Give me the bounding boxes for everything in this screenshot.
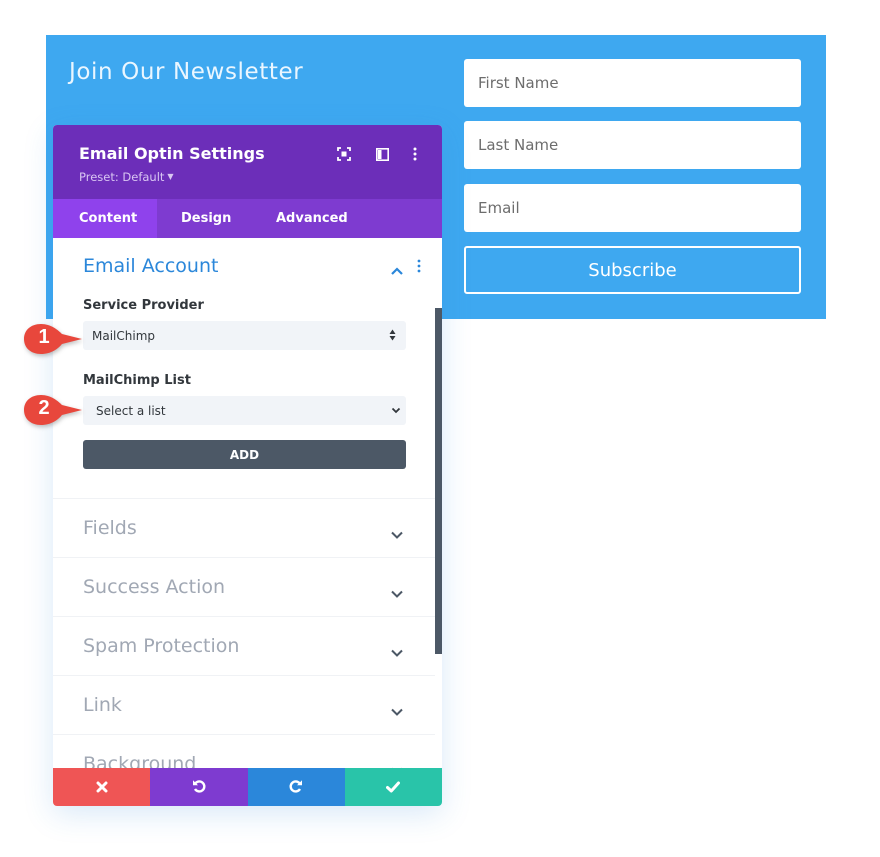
preset-label: Preset: Default <box>79 170 165 184</box>
redo-icon <box>289 778 303 797</box>
caret-down-icon: ▼ <box>167 172 174 181</box>
section-success-action[interactable]: Success Action <box>53 558 435 617</box>
callout-number: 2 <box>38 397 50 419</box>
chevron-down-icon <box>391 642 403 661</box>
chevron-up-icon[interactable] <box>391 260 403 279</box>
section-spam-protection[interactable]: Spam Protection <box>53 617 435 676</box>
service-provider-select[interactable]: MailChimp <box>83 321 406 350</box>
add-list-button[interactable]: ADD <box>83 440 406 469</box>
section-link[interactable]: Link <box>53 676 435 735</box>
section-title-background: Background <box>83 753 197 768</box>
email-optin-settings-modal: Email Optin Settings Preset: Default ▼ C… <box>53 125 442 806</box>
chevron-down-icon <box>391 760 403 768</box>
modal-header[interactable]: Email Optin Settings Preset: Default ▼ <box>53 125 442 199</box>
section-fields[interactable]: Fields <box>53 499 435 558</box>
section-background[interactable]: Background <box>53 735 435 768</box>
section-more-icon[interactable] <box>417 258 421 277</box>
settings-panel-body: Email Account Service Provider MailChimp… <box>53 238 442 768</box>
subscribe-button[interactable]: Subscribe <box>464 246 801 294</box>
callout-badge-2: 2 <box>22 393 84 427</box>
section-title-fields: Fields <box>83 517 137 539</box>
expand-icon[interactable] <box>335 145 353 163</box>
callout-number: 1 <box>38 326 50 348</box>
tab-design[interactable]: Design <box>157 199 252 238</box>
section-title-spam-protection: Spam Protection <box>83 635 240 657</box>
section-title-email-account[interactable]: Email Account <box>83 255 218 277</box>
first-name-input[interactable]: First Name <box>464 59 801 107</box>
discard-button[interactable] <box>53 768 151 806</box>
email-input[interactable]: Email <box>464 184 801 232</box>
redo-button[interactable] <box>247 768 345 806</box>
tab-content[interactable]: Content <box>53 199 157 238</box>
check-icon <box>386 778 401 797</box>
close-icon <box>96 778 108 797</box>
newsletter-title: Join Our Newsletter <box>69 59 304 85</box>
mailchimp-list-value: Select a list <box>96 403 166 418</box>
chevron-down-icon <box>391 524 403 543</box>
columns-icon[interactable] <box>373 145 391 163</box>
mailchimp-list-label: MailChimp List <box>83 373 191 388</box>
save-button[interactable] <box>344 768 442 806</box>
section-email-account: Email Account Service Provider MailChimp… <box>53 238 435 499</box>
tab-advanced[interactable]: Advanced <box>252 199 372 238</box>
modal-footer <box>53 768 442 806</box>
last-name-input[interactable]: Last Name <box>464 121 801 169</box>
modal-title: Email Optin Settings <box>79 144 265 163</box>
undo-button[interactable] <box>150 768 248 806</box>
panel-scrollbar[interactable] <box>435 308 442 654</box>
undo-icon <box>192 778 206 797</box>
callout-badge-1: 1 <box>22 322 84 356</box>
chevron-down-icon <box>391 583 403 602</box>
service-provider-value: MailChimp <box>92 328 155 343</box>
more-vertical-icon[interactable] <box>406 145 424 163</box>
section-title-success-action: Success Action <box>83 576 226 598</box>
sort-arrows-icon <box>389 329 396 344</box>
settings-tabs: Content Design Advanced <box>53 199 442 238</box>
preset-dropdown[interactable]: Preset: Default ▼ <box>79 170 174 184</box>
chevron-down-icon <box>391 701 403 720</box>
mailchimp-list-select[interactable]: Select a list <box>83 396 406 425</box>
service-provider-label: Service Provider <box>83 298 204 313</box>
chevron-down-icon <box>391 404 401 418</box>
section-title-link: Link <box>83 694 122 716</box>
